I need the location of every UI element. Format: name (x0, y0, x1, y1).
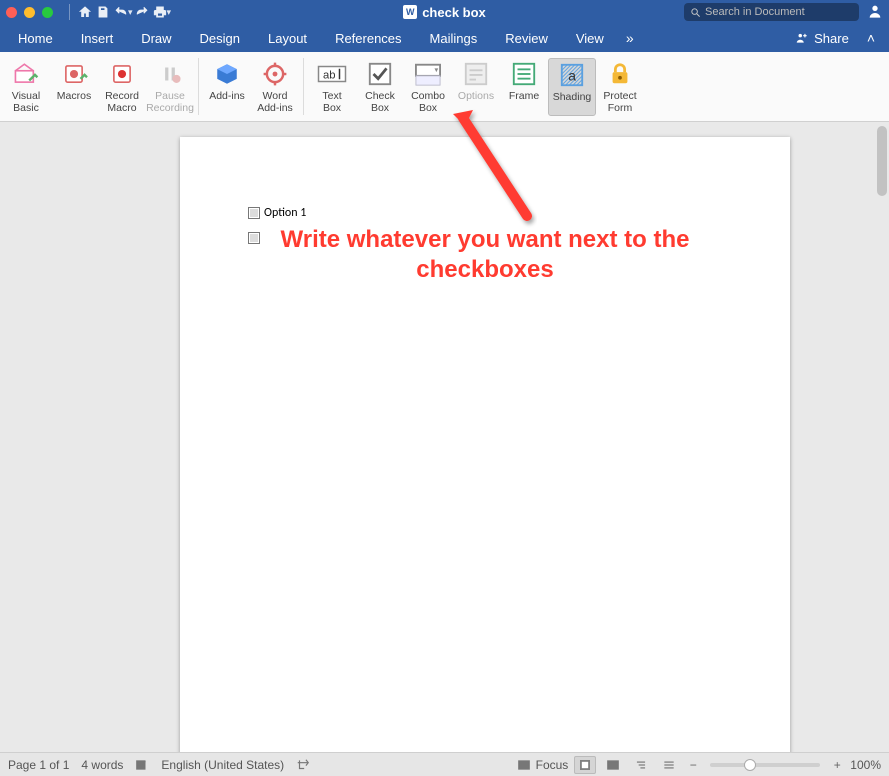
visual-basic-button[interactable]: Visual Basic (2, 58, 50, 114)
status-language[interactable]: English (United States) (161, 758, 284, 772)
focus-mode-button[interactable]: Focus (517, 758, 569, 772)
option-1-label: Option 1 (264, 206, 306, 220)
zoom-in-button[interactable]: + (830, 758, 844, 772)
annotation-text: Write whatever you want next to the chec… (275, 225, 695, 285)
checkbox-control[interactable] (248, 207, 260, 219)
frame-button[interactable]: Frame (500, 58, 548, 114)
zoom-out-button[interactable]: − (686, 758, 700, 772)
tab-home[interactable]: Home (4, 24, 67, 52)
window-close[interactable] (6, 7, 17, 18)
window-minimize[interactable] (24, 7, 35, 18)
outline-view-icon[interactable] (630, 756, 652, 774)
protect-form-button[interactable]: Protect Form (596, 58, 644, 114)
check-box-button[interactable]: Check Box (356, 58, 404, 114)
doc-option-1[interactable]: Option 1 (248, 206, 306, 220)
word-add-ins-button[interactable]: Word Add-ins (251, 58, 299, 114)
combo-box-button[interactable]: Combo Box (404, 58, 452, 114)
home-icon[interactable] (76, 3, 94, 21)
macros-button[interactable]: Macros (50, 58, 98, 114)
search-input[interactable]: Search in Document (684, 3, 859, 21)
window-controls (6, 7, 53, 18)
draft-view-icon[interactable] (658, 756, 680, 774)
frame-icon (507, 60, 541, 88)
protect-form-icon (603, 60, 637, 88)
checkbox-control[interactable] (248, 232, 260, 244)
pause-recording-button: Pause Recording (146, 58, 194, 114)
add-ins-icon (210, 60, 244, 88)
save-icon[interactable] (94, 3, 112, 21)
share-button[interactable]: Share (787, 31, 857, 46)
redo-icon[interactable] (133, 3, 151, 21)
options-icon (459, 60, 493, 88)
ribbon-tabs: Home Insert Draw Design Layout Reference… (0, 24, 889, 52)
record-macro-icon (105, 60, 139, 88)
shading-button[interactable]: a Shading (548, 58, 596, 116)
title-bar: ▾ ▾ W check box Search in Document (0, 0, 889, 24)
add-ins-button[interactable]: Add-ins (203, 58, 251, 114)
qat-customize-icon[interactable]: ▾ (167, 7, 172, 18)
search-placeholder: Search in Document (705, 6, 805, 18)
collapse-ribbon-icon[interactable]: ˄ (857, 30, 885, 46)
macros-icon (57, 60, 91, 88)
svg-text:a: a (568, 68, 576, 84)
tabs-overflow-icon[interactable]: » (618, 30, 642, 46)
tab-draw[interactable]: Draw (127, 24, 185, 52)
zoom-slider[interactable] (710, 763, 820, 767)
document-canvas[interactable]: Option 1 (0, 122, 889, 752)
window-maximize[interactable] (42, 7, 53, 18)
status-page[interactable]: Page 1 of 1 (8, 758, 69, 772)
status-words[interactable]: 4 words (81, 758, 123, 772)
word-doc-icon: W (403, 5, 417, 19)
scroll-thumb[interactable] (877, 126, 887, 196)
tab-insert[interactable]: Insert (67, 24, 128, 52)
status-bar: Page 1 of 1 4 words English (United Stat… (0, 752, 889, 776)
tab-design[interactable]: Design (186, 24, 254, 52)
spellcheck-icon[interactable] (135, 758, 149, 772)
check-box-icon (363, 60, 397, 88)
combo-box-icon (411, 60, 445, 88)
print-layout-view-icon[interactable] (574, 756, 596, 774)
tab-references[interactable]: References (321, 24, 415, 52)
pause-recording-icon (153, 60, 187, 88)
svg-text:ab: ab (323, 70, 336, 82)
tab-mailings[interactable]: Mailings (416, 24, 492, 52)
word-add-ins-icon (258, 60, 292, 88)
vertical-scrollbar[interactable] (875, 122, 889, 752)
record-macro-button[interactable]: Record Macro (98, 58, 146, 114)
tab-review[interactable]: Review (491, 24, 562, 52)
visual-basic-icon (9, 60, 43, 88)
tab-layout[interactable]: Layout (254, 24, 321, 52)
accessibility-icon[interactable] (296, 758, 310, 772)
tab-view[interactable]: View (562, 24, 618, 52)
zoom-level[interactable]: 100% (850, 758, 881, 772)
account-icon[interactable] (867, 3, 883, 22)
text-box-button[interactable]: ab Text Box (308, 58, 356, 114)
ribbon-developer: Visual Basic Macros Record Macro Pause R… (0, 52, 889, 122)
text-box-icon: ab (315, 60, 349, 88)
shading-icon: a (555, 61, 589, 89)
options-button: Options (452, 58, 500, 114)
doc-option-2[interactable] (248, 232, 260, 244)
web-layout-view-icon[interactable] (602, 756, 624, 774)
